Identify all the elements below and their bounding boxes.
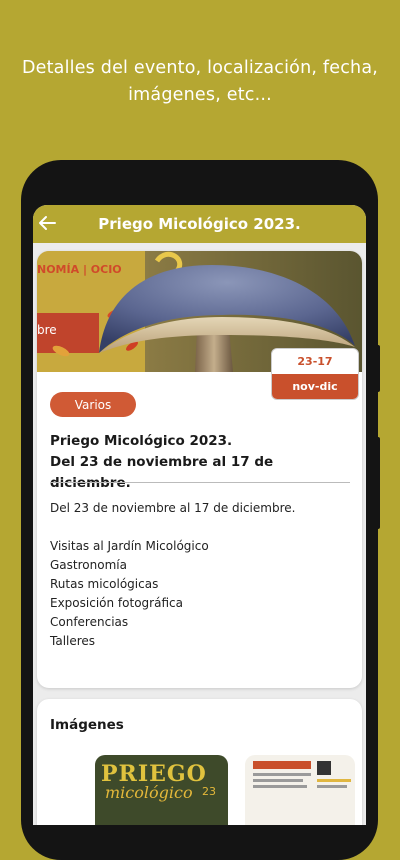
qr-code-icon — [317, 761, 331, 775]
event-title-line-1: Priego Micológico 2023. — [50, 433, 233, 449]
description-line: Gastronomía — [50, 558, 127, 572]
description-line: Conferencias — [50, 615, 129, 629]
page-title: Priego Micológico 2023. — [98, 215, 301, 233]
date-range: 23-17 — [297, 355, 333, 368]
banner-text-categories: NOMÍA | OCIO — [37, 263, 122, 276]
images-section: Imágenes PRIEGO micológico 23 — [37, 699, 362, 825]
divider — [50, 482, 350, 483]
program-block — [253, 761, 311, 769]
description-line: Visitas al Jardín Micológico — [50, 539, 209, 553]
description-line: Rutas micológicas — [50, 577, 159, 591]
image-thumbnail[interactable] — [245, 755, 355, 825]
description-line: Del 23 de noviembre al 17 de diciembre. — [50, 501, 296, 515]
event-title-line-2: Del 23 de noviembre al 17 de diciembre. — [50, 454, 274, 491]
event-card: NOMÍA | OCIO bre 23-17 nov-dic Varios Pr… — [37, 251, 362, 688]
description-line: Exposición fotográfica — [50, 596, 183, 610]
images-heading: Imágenes — [50, 717, 124, 733]
image-thumbnail[interactable]: PRIEGO micológico 23 — [95, 755, 228, 825]
event-title: Priego Micológico 2023. Del 23 de noviem… — [50, 431, 355, 494]
poster-year: 23 — [202, 785, 216, 798]
promo-line-1: Detalles del evento, localización, fecha… — [21, 58, 379, 78]
app-screen: Priego Micológico 2023. NOMÍA | OCIO bre… — [33, 205, 366, 825]
date-badge: 23-17 nov-dic — [271, 348, 359, 400]
month-range: nov-dic — [272, 374, 358, 399]
category-tag[interactable]: Varios — [50, 392, 136, 417]
program-line — [253, 785, 307, 788]
program-line — [253, 779, 303, 782]
promo-caption: Detalles del evento, localización, fecha… — [0, 55, 400, 109]
poster-subtitle: micológico — [105, 783, 193, 802]
power-button — [376, 345, 380, 392]
program-line — [317, 779, 351, 782]
banner-text-date: bre — [37, 323, 57, 337]
description-line: Talleres — [50, 634, 96, 648]
volume-button — [376, 437, 380, 529]
arrow-left-icon[interactable] — [37, 213, 57, 233]
app-bar: Priego Micológico 2023. — [33, 205, 366, 243]
promo-line-2: imágenes, etc... — [128, 85, 272, 105]
program-line — [317, 785, 347, 788]
program-line — [253, 773, 311, 776]
